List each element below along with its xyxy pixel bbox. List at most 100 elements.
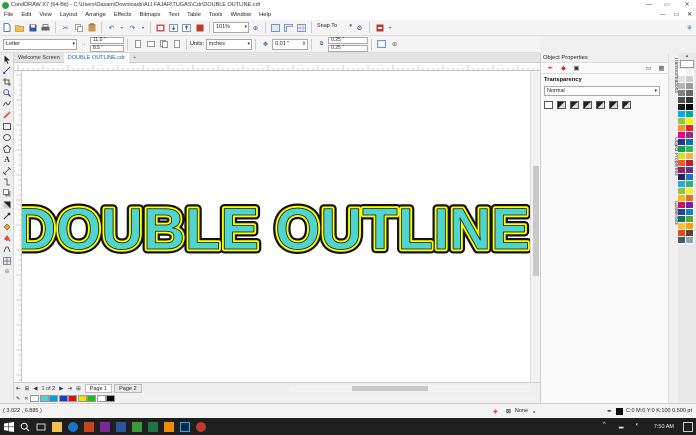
palette-color-swatch[interactable] [686,167,694,174]
transparency-properties-icon[interactable]: ▣ [572,63,582,73]
all-pages-icon[interactable] [159,39,169,49]
shape-tool-icon[interactable] [2,65,12,75]
volume-icon[interactable]: ◖ [635,422,645,432]
doc-minimize-button[interactable]: — [656,10,670,20]
copy-icon[interactable] [74,23,84,33]
vector-pattern-transparency-icon[interactable] [583,101,592,109]
palette-color-swatch[interactable] [678,202,686,209]
horizontal-scrollbar[interactable] [290,385,530,392]
maximize-button[interactable]: ▭ [658,0,676,10]
palette-color-swatch[interactable] [686,223,694,230]
docker-frame-icon[interactable]: ▭ [644,63,654,73]
tab-welcome-screen[interactable]: Welcome Screen [14,53,64,63]
no-transparency-icon[interactable] [544,101,553,109]
excel-icon[interactable] [148,421,158,432]
palette-color-swatch[interactable] [678,97,686,104]
page-tab-1[interactable]: Page 1 [84,384,113,393]
horizontal-scroll-thumb[interactable] [352,386,428,391]
palette-color-swatch[interactable] [686,153,694,160]
document-color-swatch[interactable] [39,395,49,402]
fill-properties-icon[interactable]: ◆ [559,63,569,73]
search-content-icon[interactable] [156,23,166,33]
vertical-ruler[interactable] [14,71,22,382]
palette-color-swatch[interactable] [686,83,694,90]
pick-tool-icon[interactable] [2,54,12,64]
text-tool-icon[interactable]: A [2,155,12,165]
outline-pen-icon[interactable]: ✒ [605,406,615,416]
palette-color-swatch[interactable] [686,216,694,223]
zoom-tool-icon[interactable] [2,88,12,98]
palette-color-swatch[interactable] [678,209,686,216]
menu-file[interactable]: File [0,10,17,20]
rectangle-tool-icon[interactable] [2,121,12,131]
add-page-after-icon[interactable]: ⊞ [74,386,83,392]
palette-color-swatch[interactable] [686,69,694,76]
eyedropper-tool-icon[interactable] [2,211,12,221]
outline-properties-icon[interactable]: ✒ [546,63,556,73]
first-page-icon[interactable]: ⇤ [14,386,23,392]
word-icon[interactable] [116,421,126,432]
mesh-fill-tool-icon[interactable] [2,256,12,266]
vertical-scrollbar[interactable] [530,71,540,382]
show-rulers-icon[interactable] [284,23,294,33]
show-grid-icon[interactable] [297,23,307,33]
nudge-distance-input[interactable]: 0.01 " ⇕ [272,38,309,50]
palette-color-swatch[interactable] [686,90,694,97]
palette-color-swatch[interactable] [678,216,686,223]
application-launcher-dropdown-icon[interactable]: ▾ [388,23,393,33]
network-icon[interactable]: ▂ [619,422,629,432]
options-gear-icon[interactable]: ⚙ [355,23,365,33]
palette-color-swatch[interactable] [686,125,694,132]
save-icon[interactable] [28,23,38,33]
palette-color-swatch[interactable] [686,181,694,188]
application-launcher-icon[interactable] [375,23,385,33]
palette-color-swatch[interactable] [678,160,686,167]
palette-color-swatch[interactable] [678,223,686,230]
fountain-transparency-icon[interactable] [570,101,579,109]
page-options-icon[interactable] [377,39,387,49]
cut-icon[interactable]: ✂ [61,23,71,33]
taskbar-clock[interactable]: 7:50 AM [648,424,680,430]
palette-color-swatch[interactable] [686,132,694,139]
toolbar-options-icon[interactable]: ⊞ [685,23,695,33]
menu-arrange[interactable]: Arrange [81,10,110,20]
transparency-tool-icon[interactable] [2,200,12,210]
redo-dropdown-icon[interactable]: ▾ [141,23,146,33]
palette-color-swatch[interactable] [678,111,686,118]
palette-color-swatch[interactable] [678,90,686,97]
onenote-icon[interactable] [100,421,110,432]
uniform-transparency-icon[interactable] [557,101,566,109]
palette-color-swatch[interactable] [678,188,686,195]
photoshop-icon[interactable] [180,421,190,432]
document-color-swatch[interactable] [68,395,78,402]
portrait-icon[interactable] [133,39,143,49]
document-color-swatch[interactable] [49,395,59,402]
palette-color-swatch[interactable] [678,181,686,188]
docker-options-icon[interactable]: ▦ [657,63,667,73]
palette-color-swatch[interactable] [678,153,686,160]
undo-dropdown-icon[interactable]: ▾ [120,23,125,33]
minimize-button[interactable]: — [640,0,658,10]
artwork[interactable]: DOUBLE OUTLINE DOUBLE OUTLINE DOUBLE OUT… [22,71,530,382]
bitmap-pattern-transparency-icon[interactable] [596,101,605,109]
page-width-input[interactable]: 11.0 " [90,36,124,44]
search-icon[interactable] [20,422,30,432]
close-button[interactable]: ✕ [678,0,696,10]
horizontal-ruler[interactable] [14,63,540,71]
tray-expand-icon[interactable]: ^ [603,422,613,432]
palette-color-swatch[interactable] [686,202,694,209]
palette-color-swatch[interactable] [678,230,686,237]
palette-color-swatch[interactable] [678,125,686,132]
parallel-dimension-tool-icon[interactable] [2,166,12,176]
full-screen-preview-icon[interactable] [271,23,281,33]
polygon-tool-icon[interactable] [2,144,12,154]
doc-close-button[interactable]: ✕ [683,10,696,20]
palette-color-swatch[interactable] [686,160,694,167]
menu-window[interactable]: Window [226,10,255,20]
palette-color-swatch[interactable] [686,209,694,216]
print-icon[interactable] [41,23,51,33]
open-folder-icon[interactable] [15,23,25,33]
ellipse-tool-icon[interactable] [2,133,12,143]
edge-browser-icon[interactable] [68,421,78,432]
duplicate-y-input[interactable]: 0.25 " [328,44,369,52]
